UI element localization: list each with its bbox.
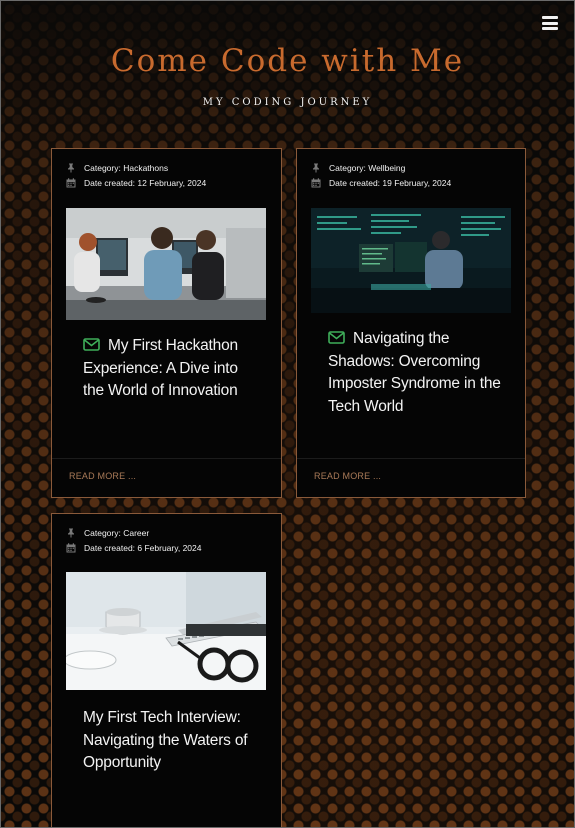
read-more-link[interactable]: READ MORE ... bbox=[297, 458, 525, 497]
post-title[interactable]: Navigating the Shadows: Overcoming Impos… bbox=[328, 328, 503, 418]
calendar-icon bbox=[66, 542, 76, 552]
pushpin-icon bbox=[68, 528, 74, 538]
calendar-icon bbox=[311, 177, 321, 187]
post-category[interactable]: Category: Career bbox=[84, 528, 149, 538]
site-title[interactable]: Come Code with Me bbox=[1, 43, 574, 79]
read-more-text[interactable]: READ MORE ... bbox=[69, 471, 136, 481]
post-meta: Category: Wellbeing Date created: 19 Feb… bbox=[297, 149, 525, 190]
post-category[interactable]: Category: Wellbeing bbox=[329, 163, 405, 173]
post-category[interactable]: Category: Hackathons bbox=[84, 163, 168, 173]
page-background: Come Code with Me MY CODING JOURNEY Cate… bbox=[0, 0, 575, 828]
post-title[interactable]: My First Hackathon Experience: A Dive in… bbox=[83, 335, 259, 403]
post-date: Date created: 6 February, 2024 bbox=[84, 542, 202, 553]
post-date: Date created: 19 February, 2024 bbox=[329, 177, 452, 188]
envelope-icon bbox=[83, 338, 100, 351]
post-date: Date created: 12 February, 2024 bbox=[84, 177, 207, 188]
post-meta: Category: Hackathons Date created: 12 Fe… bbox=[52, 149, 281, 190]
post-image-hackathon[interactable] bbox=[66, 208, 266, 320]
post-meta: Category: Career Date created: 6 Februar… bbox=[52, 514, 281, 555]
envelope-icon bbox=[328, 331, 345, 344]
site-tagline: MY CODING JOURNEY bbox=[202, 97, 373, 108]
post-card: Category: Career Date created: 6 Februar… bbox=[51, 513, 282, 827]
pushpin-icon bbox=[313, 163, 319, 173]
post-title-text[interactable]: My First Hackathon Experience: A Dive in… bbox=[83, 337, 238, 399]
post-image-wellbeing[interactable] bbox=[311, 208, 511, 313]
post-image-career[interactable] bbox=[66, 572, 266, 690]
post-title-text[interactable]: My First Tech Interview: Navigating the … bbox=[83, 709, 248, 771]
hamburger-icon[interactable] bbox=[542, 16, 558, 30]
calendar-icon bbox=[66, 177, 76, 187]
read-more-link[interactable]: READ MORE ... bbox=[52, 458, 281, 497]
post-title[interactable]: My First Tech Interview: Navigating the … bbox=[83, 707, 259, 775]
pushpin-icon bbox=[68, 163, 74, 173]
post-card: Category: Wellbeing Date created: 19 Feb… bbox=[296, 148, 526, 498]
post-card: Category: Hackathons Date created: 12 Fe… bbox=[51, 148, 282, 498]
post-title-text[interactable]: Navigating the Shadows: Overcoming Impos… bbox=[328, 330, 501, 415]
read-more-text[interactable]: READ MORE ... bbox=[314, 471, 381, 481]
